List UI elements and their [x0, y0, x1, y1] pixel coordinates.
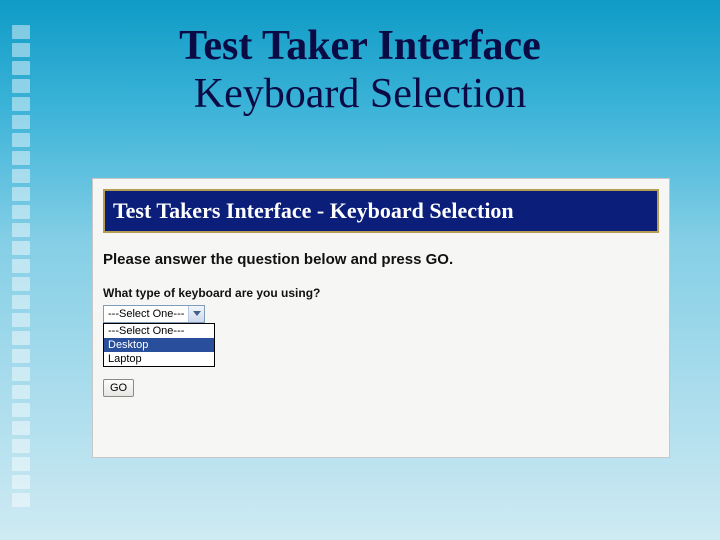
deco-square: [12, 61, 30, 75]
deco-square: [12, 187, 30, 201]
deco-square: [12, 295, 30, 309]
deco-square: [12, 331, 30, 345]
slide-title: Test Taker Interface Keyboard Selection: [0, 0, 720, 119]
deco-square: [12, 457, 30, 471]
chevron-down-icon[interactable]: [188, 306, 204, 322]
deco-square: [12, 223, 30, 237]
deco-square: [12, 25, 30, 39]
deco-square: [12, 241, 30, 255]
keyboard-type-select-wrap: ---Select One--- ---Select One--- Deskto…: [103, 304, 659, 367]
deco-square: [12, 385, 30, 399]
panel-banner: Test Takers Interface - Keyboard Selecti…: [103, 189, 659, 233]
deco-square: [12, 439, 30, 453]
deco-square: [12, 115, 30, 129]
keyboard-type-listbox[interactable]: ---Select One--- Desktop Laptop: [103, 323, 215, 367]
deco-square: [12, 277, 30, 291]
deco-square: [12, 313, 30, 327]
deco-square: [12, 43, 30, 57]
deco-square: [12, 97, 30, 111]
deco-square: [12, 403, 30, 417]
deco-square: [12, 259, 30, 273]
panel-instruction: Please answer the question below and pre…: [103, 251, 659, 268]
panel-banner-right: Keyboard Selection: [330, 198, 514, 223]
deco-square: [12, 349, 30, 363]
deco-square: [12, 151, 30, 165]
panel-question: What type of keyboard are you using?: [103, 286, 659, 300]
deco-square: [12, 421, 30, 435]
deco-square: [12, 79, 30, 93]
deco-square: [12, 493, 30, 507]
slide-title-line1: Test Taker Interface: [0, 22, 720, 70]
keyboard-type-option[interactable]: Desktop: [104, 338, 214, 352]
deco-square: [12, 205, 30, 219]
slide-title-line2: Keyboard Selection: [0, 70, 720, 118]
keyboard-type-option[interactable]: Laptop: [104, 352, 214, 366]
deco-square: [12, 133, 30, 147]
keyboard-type-select-value: ---Select One---: [104, 306, 188, 322]
panel-banner-separator: -: [311, 198, 329, 223]
keyboard-type-select[interactable]: ---Select One---: [103, 305, 205, 323]
deco-square: [12, 367, 30, 381]
deco-square: [12, 475, 30, 489]
deco-square: [12, 169, 30, 183]
go-button[interactable]: GO: [103, 379, 134, 397]
keyboard-type-option[interactable]: ---Select One---: [104, 324, 214, 338]
app-panel: Test Takers Interface - Keyboard Selecti…: [92, 178, 670, 458]
panel-banner-left: Test Takers Interface: [113, 198, 311, 223]
decorative-square-column: [12, 25, 32, 507]
